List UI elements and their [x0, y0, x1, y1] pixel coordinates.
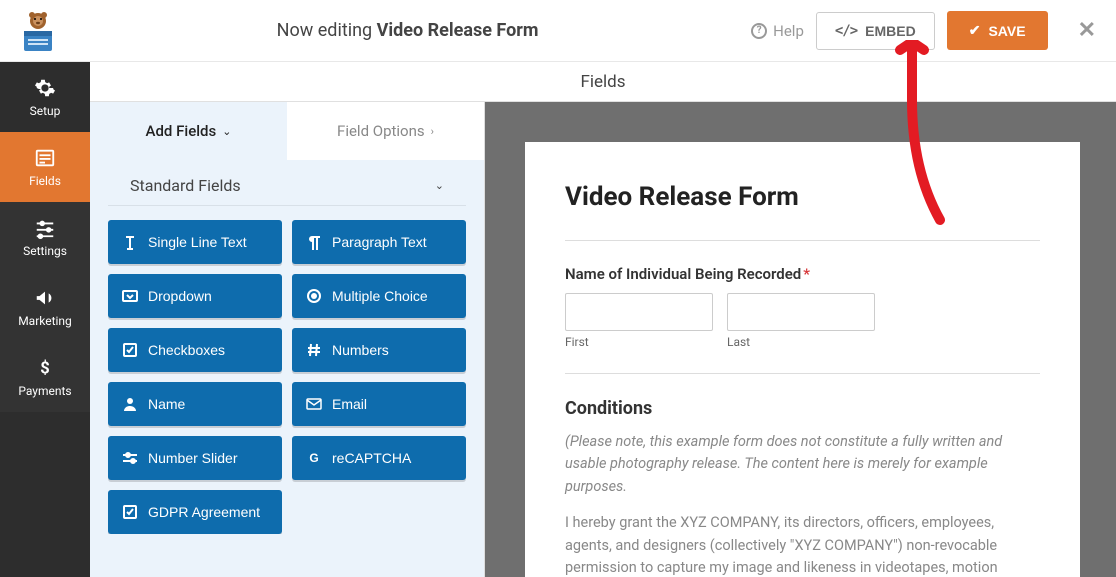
- save-button[interactable]: ✔ SAVE: [947, 11, 1048, 50]
- last-name-input[interactable]: [727, 293, 875, 331]
- embed-button[interactable]: </> EMBED: [816, 12, 935, 50]
- topbar-actions: ? Help </> EMBED ✔ SAVE ✕: [751, 11, 1096, 50]
- name-row: First Last: [565, 293, 1040, 349]
- help-icon: ?: [751, 23, 767, 39]
- field-label: Number Slider: [148, 450, 237, 466]
- slider-icon: [122, 450, 138, 466]
- conditions-note: (Please note, this example form does not…: [565, 431, 1040, 498]
- first-sublabel: First: [565, 335, 713, 349]
- app-logo[interactable]: [12, 5, 64, 57]
- editing-label: Now editing: [277, 20, 372, 41]
- conditions-body: I hereby grant the XYZ COMPANY, its dire…: [565, 512, 1040, 577]
- radio-icon: [306, 288, 322, 304]
- close-icon[interactable]: ✕: [1078, 18, 1096, 43]
- sidenav-label: Payments: [18, 384, 71, 398]
- sidenav-item-setup[interactable]: Setup: [0, 62, 90, 132]
- field-label: GDPR Agreement: [148, 504, 260, 520]
- section-standard-fields[interactable]: Standard Fields ⌄: [108, 160, 466, 206]
- section-label: Standard Fields: [130, 176, 241, 195]
- sidenav-item-marketing[interactable]: Marketing: [0, 272, 90, 342]
- field-label: Numbers: [332, 342, 389, 358]
- sidenav: Setup Fields Settings Marketing $ Paymen…: [0, 62, 90, 577]
- envelope-icon: [306, 396, 322, 412]
- field-recaptcha[interactable]: G reCAPTCHA: [292, 436, 466, 480]
- tab-label: Field Options: [337, 122, 425, 140]
- field-checkboxes[interactable]: Checkboxes: [108, 328, 282, 372]
- help-label: Help: [773, 22, 804, 40]
- dollar-icon: $: [34, 357, 56, 379]
- field-label: Dropdown: [148, 288, 212, 304]
- sidenav-label: Setup: [30, 104, 61, 118]
- field-name[interactable]: Name: [108, 382, 282, 426]
- gear-icon: [34, 77, 56, 99]
- form-icon: [34, 147, 56, 169]
- field-paragraph-text[interactable]: Paragraph Text: [292, 220, 466, 264]
- panel-header: Fields: [90, 62, 1116, 102]
- form-name: Video Release Form: [377, 20, 539, 41]
- topbar-title: Now editing Video Release Form: [64, 20, 751, 41]
- checkbox-icon: [122, 504, 138, 520]
- conditions-title: Conditions: [565, 398, 1040, 419]
- divider: [565, 240, 1040, 241]
- sidenav-item-payments[interactable]: $ Payments: [0, 342, 90, 412]
- field-multiple-choice[interactable]: Multiple Choice: [292, 274, 466, 318]
- user-icon: [122, 396, 138, 412]
- tab-field-options[interactable]: Field Options ›: [287, 102, 484, 160]
- field-label: reCAPTCHA: [332, 450, 411, 466]
- form-title: Video Release Form: [565, 182, 1040, 212]
- field-label: Multiple Choice: [332, 288, 428, 304]
- field-numbers[interactable]: Numbers: [292, 328, 466, 372]
- first-name-input[interactable]: [565, 293, 713, 331]
- chevron-down-icon: ⌄: [222, 125, 231, 138]
- help-link[interactable]: ? Help: [751, 22, 804, 40]
- checkbox-icon: [122, 342, 138, 358]
- sidenav-label: Marketing: [18, 314, 72, 328]
- embed-icon: </>: [835, 23, 857, 39]
- sidenav-label: Fields: [29, 174, 61, 188]
- field-label: Paragraph Text: [332, 234, 427, 250]
- name-field-label: Name of Individual Being Recorded*: [565, 265, 1040, 283]
- svg-text:$: $: [40, 359, 49, 378]
- chevron-down-icon: ⌄: [435, 179, 444, 192]
- field-number-slider[interactable]: Number Slider: [108, 436, 282, 480]
- text-cursor-icon: [122, 234, 138, 250]
- check-icon: ✔: [969, 22, 981, 39]
- paragraph-icon: [306, 234, 322, 250]
- field-single-line-text[interactable]: Single Line Text: [108, 220, 282, 264]
- form-card: Video Release Form Name of Individual Be…: [525, 142, 1080, 577]
- field-label: Email: [332, 396, 367, 412]
- dropdown-icon: [122, 288, 138, 304]
- topbar: Now editing Video Release Form ? Help </…: [0, 0, 1116, 62]
- field-label: Checkboxes: [148, 342, 225, 358]
- divider: [565, 373, 1040, 374]
- field-label: Single Line Text: [148, 234, 247, 250]
- fields-panel: Add Fields ⌄ Field Options › Standard Fi…: [90, 102, 485, 577]
- tab-add-fields[interactable]: Add Fields ⌄: [90, 102, 287, 160]
- sliders-icon: [34, 217, 56, 239]
- sidenav-item-settings[interactable]: Settings: [0, 202, 90, 272]
- panel-tabs: Add Fields ⌄ Field Options ›: [90, 102, 484, 160]
- field-dropdown[interactable]: Dropdown: [108, 274, 282, 318]
- field-email[interactable]: Email: [292, 382, 466, 426]
- embed-label: EMBED: [865, 23, 916, 39]
- recaptcha-g-icon: G: [306, 450, 322, 466]
- sidenav-label: Settings: [23, 244, 67, 258]
- label-text: Name of Individual Being Recorded: [565, 265, 801, 283]
- tab-label: Add Fields: [146, 122, 217, 140]
- hash-icon: [306, 342, 322, 358]
- field-grid: Single Line Text Paragraph Text Dropdown…: [90, 220, 484, 534]
- chevron-right-icon: ›: [431, 125, 434, 138]
- required-asterisk: *: [803, 265, 810, 283]
- form-preview: Video Release Form Name of Individual Be…: [485, 102, 1116, 577]
- bullhorn-icon: [34, 287, 56, 309]
- last-sublabel: Last: [727, 335, 875, 349]
- save-label: SAVE: [988, 23, 1025, 39]
- svg-text:G: G: [309, 451, 318, 465]
- field-label: Name: [148, 396, 185, 412]
- sidenav-item-fields[interactable]: Fields: [0, 132, 90, 202]
- field-gdpr-agreement[interactable]: GDPR Agreement: [108, 490, 282, 534]
